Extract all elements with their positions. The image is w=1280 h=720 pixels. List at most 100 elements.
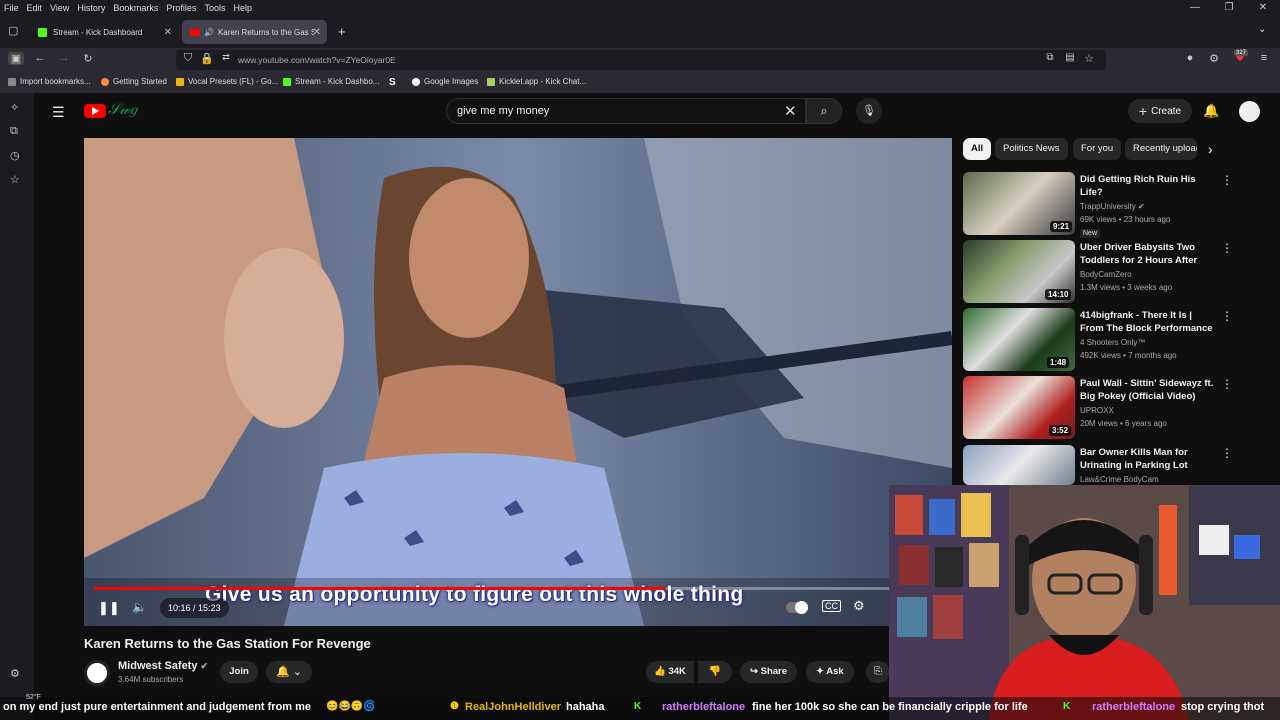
- bookmark-getting-started[interactable]: Getting Started: [101, 77, 167, 86]
- minimize-icon[interactable]: —: [1178, 0, 1212, 16]
- picture-in-picture-icon[interactable]: ⧉: [1042, 52, 1058, 63]
- more-options-icon[interactable]: ⋮: [1221, 173, 1233, 187]
- bookmark-kicklet[interactable]: Kicklet.app - Kick Chat...: [487, 77, 586, 86]
- recommendation-channel[interactable]: Law&Crime BodyCam: [1080, 475, 1159, 484]
- new-tab-icon[interactable]: +: [338, 24, 346, 39]
- chip-politics-news[interactable]: Politics News: [995, 138, 1068, 160]
- recommendation-title[interactable]: Paul Wall - Sittin' Sidewayz ft. Big Pok…: [1080, 377, 1215, 403]
- chip-recently-uploaded[interactable]: Recently uploaded: [1125, 138, 1197, 160]
- custom-logo-doodle[interactable]: 𝒮𝓌𝑔: [108, 101, 137, 118]
- menu-edit[interactable]: Edit: [23, 3, 47, 13]
- clear-search-icon[interactable]: ✕: [784, 102, 797, 120]
- recommendation-channel[interactable]: TrappUniversity ✔: [1080, 202, 1145, 211]
- synced-tabs-icon[interactable]: ⧉: [10, 125, 18, 138]
- permissions-icon[interactable]: ⇄: [218, 52, 234, 63]
- close-tab-icon[interactable]: ✕: [164, 27, 172, 38]
- menu-profiles[interactable]: Profiles: [162, 3, 200, 13]
- share-button[interactable]: ↪ Share: [740, 661, 798, 683]
- search-input[interactable]: give me my money: [446, 98, 806, 124]
- extensions-icon[interactable]: ⚙: [1206, 52, 1222, 65]
- settings-icon[interactable]: ⚙: [853, 598, 865, 614]
- close-window-icon[interactable]: ✕: [1246, 0, 1280, 16]
- back-icon[interactable]: ←: [32, 52, 48, 64]
- chip-all[interactable]: All: [963, 138, 992, 160]
- recommendation-item[interactable]: 1:48 414bigfrank - There It Is | From Th…: [963, 308, 1243, 372]
- reader-view-icon[interactable]: ▤: [1062, 52, 1078, 63]
- notifications-icon[interactable]: 🔔: [1203, 103, 1219, 119]
- bookmark-import[interactable]: Import bookmarks...: [8, 77, 91, 86]
- bookmark-kick-dashboard[interactable]: Stream - Kick Dashbo...: [283, 77, 379, 86]
- pause-icon[interactable]: ❚❚: [98, 600, 120, 616]
- avatar[interactable]: [1239, 101, 1260, 122]
- bookmark-google-images[interactable]: Google Images: [412, 77, 478, 86]
- subscription-bell-button[interactable]: 🔔 ⌄: [266, 661, 312, 683]
- recommendation-item[interactable]: Bar Owner Kills Man for Urinating in Par…: [963, 445, 1243, 485]
- account-icon[interactable]: ●: [1182, 52, 1198, 64]
- menu-file[interactable]: File: [0, 3, 23, 13]
- audio-playing-icon[interactable]: 🔊: [204, 28, 214, 37]
- menu-bookmarks[interactable]: Bookmarks: [109, 3, 162, 13]
- ask-button[interactable]: ✦ Ask: [806, 661, 854, 683]
- verified-icon: ✔: [1137, 202, 1145, 211]
- more-options-icon[interactable]: ⋮: [1221, 446, 1233, 460]
- app-menu-icon[interactable]: ≡: [1256, 52, 1272, 64]
- menu-icon[interactable]: ☰: [52, 104, 65, 121]
- video-player[interactable]: [84, 138, 952, 626]
- bookmark-s[interactable]: S: [389, 77, 396, 88]
- youtube-logo[interactable]: [84, 104, 106, 118]
- ask-label: Ask: [826, 666, 844, 677]
- voice-search-button[interactable]: 🎙: [856, 98, 882, 124]
- chip-for-you[interactable]: For you: [1073, 138, 1122, 160]
- recommendation-channel[interactable]: BodyCamZero: [1080, 270, 1132, 279]
- reload-icon[interactable]: ↻: [80, 52, 96, 65]
- channel-name[interactable]: Midwest Safety ✔: [118, 660, 208, 672]
- recommendation-title[interactable]: Bar Owner Kills Man for Urinating in Par…: [1080, 446, 1215, 472]
- list-tabs-icon[interactable]: ⌄: [1258, 24, 1266, 35]
- lock-icon[interactable]: 🔒: [199, 52, 215, 65]
- tab-overview-icon[interactable]: ▢: [8, 24, 18, 37]
- progress-bar[interactable]: [94, 587, 942, 590]
- sidebar-toggle-icon[interactable]: ▣: [8, 52, 24, 65]
- recommendation-item[interactable]: 3:52 Paul Wall - Sittin' Sidewayz ft. Bi…: [963, 376, 1243, 440]
- recommendation-channel[interactable]: 4 Shooters Only™: [1080, 338, 1145, 347]
- video-thumbnail[interactable]: [963, 445, 1075, 485]
- url-field[interactable]: www.youtube.com/watch?v=ZYeOioyar0E: [176, 50, 1106, 70]
- join-button[interactable]: Join: [220, 661, 258, 683]
- tab-youtube-video[interactable]: 🔊 Karen Returns to the Gas St ✕: [182, 20, 327, 44]
- recommendation-title[interactable]: Did Getting Rich Ruin His Life?: [1080, 173, 1215, 199]
- recommendation-item[interactable]: 9:21 Did Getting Rich Ruin His Life? Tra…: [963, 172, 1243, 238]
- forward-icon[interactable]: →: [56, 52, 72, 64]
- save-button[interactable]: ⎘: [866, 661, 890, 683]
- dislike-button[interactable]: 👎: [698, 661, 732, 683]
- recommendation-title[interactable]: Uber Driver Babysits Two Toddlers for 2 …: [1080, 241, 1215, 267]
- close-tab-icon[interactable]: ✕: [313, 27, 321, 38]
- more-options-icon[interactable]: ⋮: [1221, 241, 1233, 255]
- like-button[interactable]: 👍 34K: [646, 661, 694, 683]
- chevron-right-icon[interactable]: ›: [1208, 141, 1213, 157]
- volume-icon[interactable]: 🔈: [132, 600, 147, 614]
- more-options-icon[interactable]: ⋮: [1221, 377, 1233, 391]
- search-button[interactable]: ⌕: [806, 98, 842, 124]
- recommendation-item[interactable]: 14:10 Uber Driver Babysits Two Toddlers …: [963, 240, 1243, 304]
- channel-avatar[interactable]: [84, 660, 110, 686]
- menu-help[interactable]: Help: [229, 3, 256, 13]
- menu-bar: File Edit View History Bookmarks Profile…: [0, 0, 1280, 16]
- bookmark-star-icon[interactable]: ☆: [1081, 52, 1097, 65]
- captions-icon[interactable]: CC: [822, 600, 841, 612]
- menu-tools[interactable]: Tools: [200, 3, 229, 13]
- tab-kick-dashboard[interactable]: Stream - Kick Dashboard ✕: [30, 20, 178, 44]
- menu-history[interactable]: History: [73, 3, 109, 13]
- autoplay-toggle[interactable]: [786, 601, 808, 614]
- ai-chat-icon[interactable]: ✧: [10, 101, 19, 114]
- sidebar-settings-icon[interactable]: ⚙: [10, 667, 20, 680]
- restore-icon[interactable]: ❐: [1212, 0, 1246, 16]
- history-icon[interactable]: ◷: [10, 149, 20, 162]
- recommendation-channel[interactable]: UPROXX: [1080, 406, 1114, 415]
- shield-icon[interactable]: ⛉: [180, 52, 196, 65]
- menu-view[interactable]: View: [46, 3, 73, 13]
- bookmarks-icon[interactable]: ☆: [10, 173, 20, 186]
- create-button[interactable]: + Create: [1128, 99, 1192, 123]
- recommendation-title[interactable]: 414bigfrank - There It Is | From The Blo…: [1080, 309, 1215, 335]
- bookmark-vocal-presets[interactable]: Vocal Presets (FL) - Go...: [176, 77, 278, 86]
- more-options-icon[interactable]: ⋮: [1221, 309, 1233, 323]
